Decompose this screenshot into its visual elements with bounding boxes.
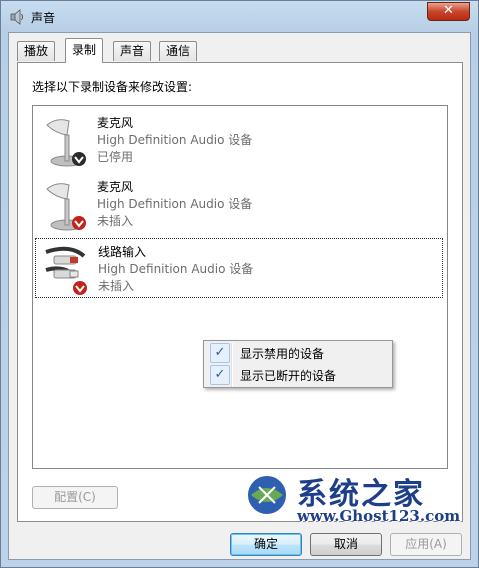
configure-label: 配置(C): [54, 490, 96, 504]
device-status: 已停用: [97, 150, 134, 164]
menu-item-show-disconnected[interactable]: ✓ 显示已断开的设备: [206, 364, 390, 386]
checkmark-icon: ✓: [210, 365, 230, 385]
device-description: High Definition Audio 设备: [97, 197, 253, 211]
cancel-label: 取消: [333, 537, 358, 551]
device-status: 未插入: [97, 214, 134, 228]
menu-item-show-disabled[interactable]: ✓ 显示禁用的设备: [206, 342, 390, 364]
window-frame: 声音 ✕ 播放 录制 声音 通信 选择以下录制设备来修改设置: 麦克风 High…: [0, 0, 479, 568]
checkmark-icon: ✓: [210, 343, 230, 363]
tab-label: 声音: [120, 44, 145, 58]
device-description: High Definition Audio 设备: [98, 262, 254, 276]
device-item-microphone-unplugged[interactable]: 麦克风 High Definition Audio 设备 未插入: [35, 174, 443, 234]
instruction-text: 选择以下录制设备来修改设置:: [32, 80, 193, 94]
window-title: 声音: [31, 11, 56, 25]
device-list[interactable]: 麦克风 High Definition Audio 设备 已停用 麦克风 Hig…: [32, 105, 448, 469]
apply-button[interactable]: 应用(A): [390, 533, 462, 556]
cancel-button[interactable]: 取消: [310, 533, 382, 556]
tab-recording[interactable]: 录制: [65, 38, 104, 63]
device-name: 麦克风: [97, 180, 134, 194]
device-item-line-in[interactable]: 线路输入 High Definition Audio 设备 未插入: [35, 238, 443, 298]
close-button[interactable]: ✕: [427, 2, 470, 21]
watermark: 系统之家 www.Ghost123.com: [239, 469, 469, 529]
ok-label: 确定: [253, 537, 278, 551]
tab-communications[interactable]: 通信: [159, 41, 198, 61]
device-item-microphone-disabled[interactable]: 麦克风 High Definition Audio 设备 已停用: [35, 110, 443, 170]
microphone-icon: [46, 183, 86, 231]
menu-item-label: 显示已断开的设备: [240, 369, 337, 383]
device-name: 麦克风: [97, 116, 134, 130]
speaker-icon: [10, 9, 23, 25]
apply-label: 应用(A): [405, 537, 447, 551]
device-status: 未插入: [98, 279, 135, 293]
title-bar[interactable]: 声音 ✕: [1, 1, 478, 33]
device-description: High Definition Audio 设备: [97, 133, 253, 147]
configure-button[interactable]: 配置(C): [32, 486, 118, 509]
line-in-icon: [45, 246, 87, 295]
tab-sounds[interactable]: 声音: [113, 41, 152, 61]
close-icon: ✕: [443, 3, 454, 18]
context-menu: ✓ 显示禁用的设备 ✓ 显示已断开的设备: [203, 340, 393, 388]
tab-label: 录制: [72, 43, 97, 57]
menu-item-label: 显示禁用的设备: [240, 347, 325, 361]
tab-playback[interactable]: 播放: [17, 41, 56, 61]
microphone-icon: [46, 119, 86, 167]
ok-button[interactable]: 确定: [230, 533, 302, 556]
tab-label: 播放: [24, 44, 49, 58]
tab-label: 通信: [166, 44, 191, 58]
watermark-url: www.Ghost123.com: [297, 507, 461, 525]
globe-logo-icon: [246, 474, 288, 516]
recording-panel: 选择以下录制设备来修改设置: 麦克风 High Definition Audio…: [17, 62, 463, 522]
device-name: 线路输入: [98, 245, 147, 259]
